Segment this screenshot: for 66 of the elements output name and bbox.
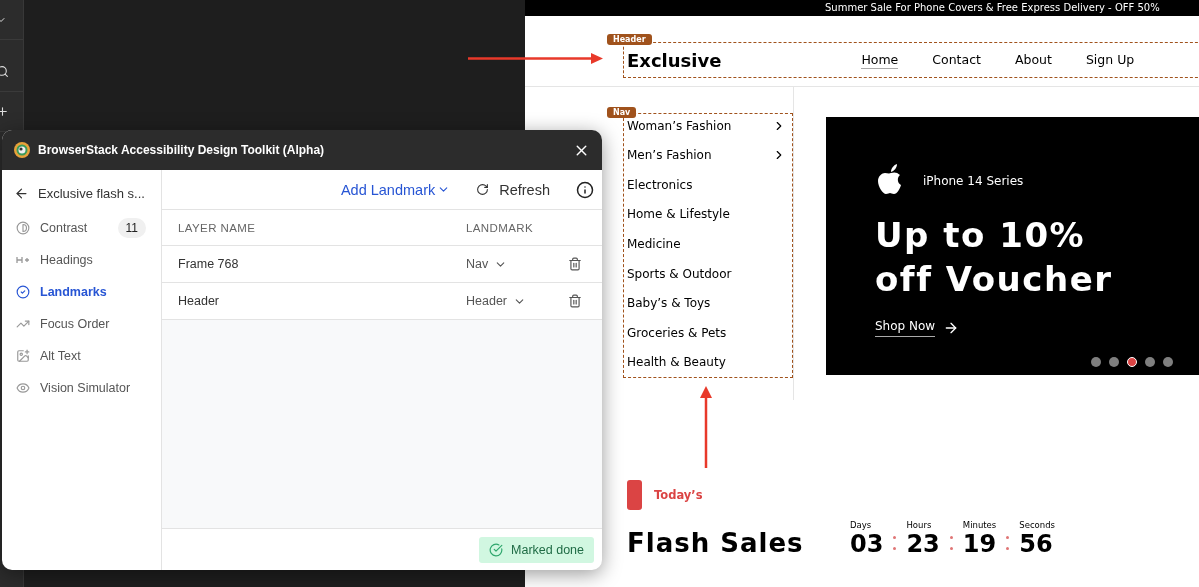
contrast-icon [16,221,30,235]
category-link[interactable]: Sports & Outdoor [627,258,786,289]
countdown-value: 03 [850,530,884,558]
column-header: LAYER NAME [178,221,257,234]
countdown-label: Minutes [962,520,997,530]
countdown-label: Seconds [1019,520,1055,530]
refresh-button[interactable]: Refresh [476,181,550,198]
eye-icon [16,381,30,395]
landmark-dropdown[interactable]: Header [466,294,568,308]
nav-link[interactable]: About [1014,51,1052,69]
delete-button[interactable] [568,294,582,308]
landmark-tag: Header [607,34,652,45]
info-button[interactable] [576,180,594,199]
countdown-label: Days [850,520,873,530]
countdown-value: 23 [906,530,940,558]
colon-separator [949,536,953,550]
check-circle-icon [16,285,30,299]
heading-icon [16,255,30,265]
countdown-label: Hours [906,520,933,530]
image-plus-icon [16,349,30,363]
sidebar-item[interactable]: Contrast 11 [14,212,150,244]
sidebar-item[interactable]: Focus Order [14,308,161,340]
plugin-logo-icon [14,142,30,158]
colon-separator [1006,536,1010,550]
status-badge: Marked done [479,536,594,563]
countdown-value: 19 [962,530,997,558]
carousel-dot[interactable] [1163,357,1173,367]
hero-headline: Up to 10% off Voucher [875,214,1114,301]
carousel-dot[interactable] [1127,357,1137,367]
accent-bar [627,480,642,510]
count-badge: 11 [117,218,146,238]
logo-text: Exclusive [627,49,722,71]
category-link[interactable]: Baby’s & Toys [627,288,786,318]
section-eyebrow: Today’s [654,488,703,502]
table-cell-text: Frame 768 [178,257,240,271]
category-link[interactable]: Medicine [627,229,786,259]
refresh-icon [476,183,490,196]
landmark-dropdown[interactable]: Nav [466,257,568,271]
category-link[interactable]: Health & Beauty [627,347,786,378]
category-link[interactable]: Groceries & Pets [627,317,786,348]
window-title: BrowserStack Accessibility Design Toolkit (Alpha) [38,143,326,157]
table-cell-text: Header [178,294,220,308]
hero-subtitle: iPhone 14 Series [923,174,1024,188]
delete-button[interactable] [568,257,582,271]
nav-link[interactable]: Home [861,51,899,69]
category-link[interactable]: Men’s Fashion [627,140,786,171]
nav-link[interactable]: Contact [932,51,981,69]
column-header: LANDMARK [466,221,534,234]
colon-separator [893,536,897,550]
carousel-dot[interactable] [1145,357,1155,367]
sidebar-item[interactable]: Alt Text [14,340,161,372]
sidebar-item[interactable]: Vision Simulator [14,372,161,404]
category-link[interactable]: Electronics [627,170,786,200]
back-button[interactable]: Exclusive flash s... [14,182,161,204]
promo-banner-text: Summer Sale For Phone Covers & Free Express Delivery - OFF 50% [825,1,1160,15]
category-link[interactable]: Home & Lifestyle [627,199,786,230]
nav-link[interactable]: Sign Up [1085,51,1135,69]
carousel-dot[interactable] [1109,357,1119,367]
section-title: Flash Sales [627,528,805,558]
carousel-dot[interactable] [1091,357,1101,367]
countdown-value: 56 [1019,530,1054,558]
shop-now-link[interactable]: Shop Now [875,319,960,337]
add-landmark-button[interactable]: Add Landmark [340,181,451,198]
sidebar-item[interactable]: Landmarks [14,276,161,308]
landmark-tag: Nav [607,107,637,118]
sidebar-item[interactable]: Headings [14,244,161,276]
